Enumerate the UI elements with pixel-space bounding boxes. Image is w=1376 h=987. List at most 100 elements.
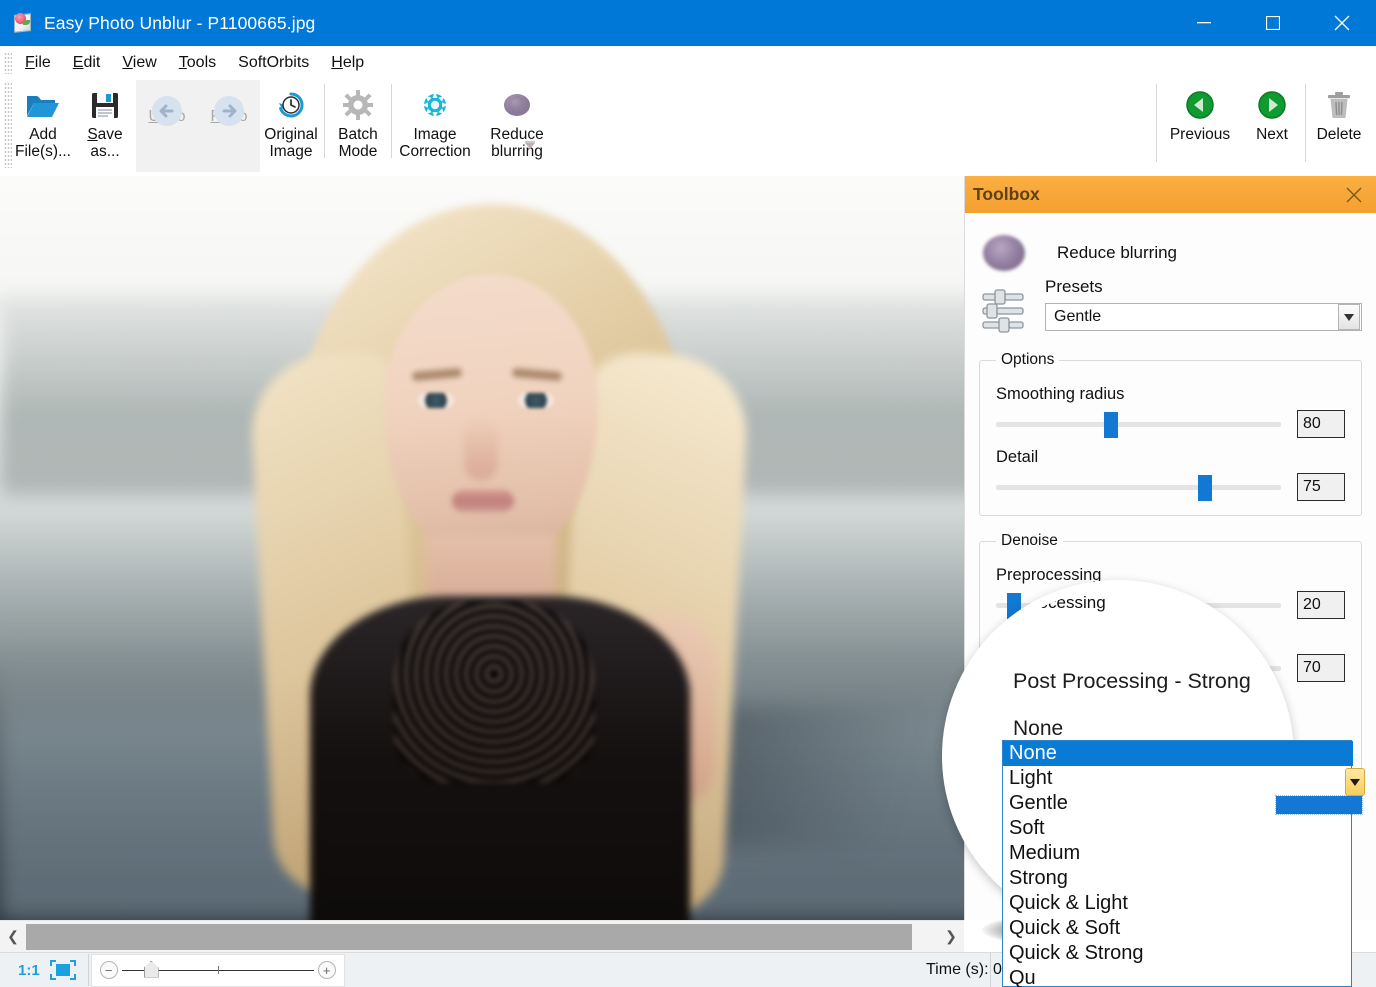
zoom-handle[interactable] [144, 961, 159, 978]
dropdown-item-none[interactable]: None [1003, 741, 1353, 766]
menu-bar: FFileile Edit View Tools SoftOrbits Help [0, 46, 1376, 80]
green-right-arrow-icon [1257, 86, 1287, 124]
close-button[interactable] [1307, 0, 1376, 46]
trash-can-icon [1325, 86, 1353, 124]
original-image-label: Original Image [264, 126, 317, 161]
presets-label: Presets [1045, 277, 1362, 297]
batch-mode-label: Batch Mode [338, 126, 378, 161]
add-files-label: Add File(s)... [15, 126, 71, 161]
plus-icon[interactable]: + [318, 961, 336, 979]
scrollbar-thumb[interactable] [26, 924, 912, 950]
presets-value: Gentle [1046, 308, 1101, 326]
toolbar-right-group: Previous Next [1154, 80, 1370, 172]
smoothing-radius-value[interactable]: 80 [1297, 410, 1345, 438]
presets-column: Presets Gentle [1045, 277, 1362, 331]
open-folder-icon [25, 86, 61, 124]
title-bar: Easy Photo Unblur - P1100665.jpg [0, 0, 1376, 46]
minus-icon[interactable]: − [100, 961, 118, 979]
status-divider [88, 954, 89, 986]
image-correction-label: Image Correction [399, 126, 471, 161]
toolbar-separator-3 [1156, 84, 1157, 162]
dropdown-item-medium[interactable]: Medium [1003, 841, 1353, 866]
maximize-button[interactable] [1238, 0, 1307, 46]
toolbox-header: Toolbox [965, 176, 1376, 213]
window-controls [1169, 0, 1376, 46]
dropdown-item-partial[interactable]: Qu [1003, 966, 1353, 987]
zoom-slider-widget[interactable]: − + [91, 954, 345, 987]
zoom-tick [218, 966, 219, 974]
add-files-button[interactable]: Add File(s)... [12, 80, 74, 170]
denoise-group-legend: Denoise [996, 532, 1063, 550]
preprocessing-value[interactable]: 20 [1297, 591, 1345, 619]
undo-button[interactable]: Undo [136, 80, 198, 170]
chevron-down-icon[interactable] [1338, 304, 1360, 330]
post-processing-dropdown[interactable]: None Light Gentle Soft Medium Strong Qui… [1002, 740, 1352, 987]
smoothing-radius-slider[interactable] [996, 410, 1281, 438]
presets-row: Presets Gentle [979, 277, 1362, 339]
active-tool-header: Reduce blurring [979, 235, 1362, 271]
dropdown-item-strong[interactable]: Strong [1003, 866, 1353, 891]
zoom-ratio-label[interactable]: 1:1 [18, 962, 40, 979]
canvas-horizontal-scrollbar[interactable]: ❮ ❯ [0, 920, 964, 952]
cyan-burst-icon [419, 86, 451, 124]
menu-item-tools[interactable]: Tools [168, 51, 227, 75]
previous-label: Previous [1170, 126, 1230, 143]
chevron-left-icon[interactable]: ❮ [0, 922, 26, 952]
next-label: Next [1256, 126, 1288, 143]
menu-item-softorbits[interactable]: SoftOrbits [227, 51, 320, 75]
scrollbar-track[interactable] [26, 923, 938, 951]
gear-icon [342, 86, 374, 124]
detail-value[interactable]: 75 [1297, 473, 1345, 501]
chevron-right-icon[interactable]: ❯ [938, 922, 964, 952]
toolbox-body: Reduce blurring [965, 213, 1376, 803]
window-title: Easy Photo Unblur - P1100665.jpg [44, 13, 315, 34]
menu-item-edit[interactable]: Edit [62, 51, 112, 75]
reduce-blurring-button[interactable]: Reduce blurring [476, 80, 558, 170]
menu-item-view[interactable]: View [111, 51, 167, 75]
selected-list-row[interactable] [1276, 796, 1362, 814]
preprocessing-slider[interactable] [996, 591, 1281, 619]
purple-blob-icon [983, 235, 1025, 271]
app-icon [12, 12, 34, 34]
toolbox-close-icon[interactable] [1342, 183, 1366, 207]
dropdown-item-light[interactable]: Light [1003, 766, 1353, 791]
green-left-arrow-icon [1185, 86, 1215, 124]
active-tool-name: Reduce blurring [1057, 243, 1177, 263]
dropdown-item-quick-light[interactable]: Quick & Light [1003, 891, 1353, 916]
menu-item-file[interactable]: FFileile [14, 51, 62, 75]
menu-item-help[interactable]: Help [320, 51, 375, 75]
postprocessing-slider[interactable] [996, 654, 1281, 682]
smoothing-radius-label: Smoothing radius [996, 385, 1345, 404]
original-image-button[interactable]: Original Image [260, 80, 322, 170]
floppy-save-icon [90, 86, 120, 124]
postprocessing-row: 70 [996, 654, 1345, 682]
postprocessing-value[interactable]: 70 [1297, 654, 1345, 682]
previous-button[interactable]: Previous [1159, 80, 1241, 170]
batch-mode-button[interactable]: Batch Mode [327, 80, 389, 170]
fit-to-window-icon[interactable] [50, 960, 76, 980]
image-correction-button[interactable]: Image Correction [394, 80, 476, 170]
ribbon-expand-icon[interactable] [522, 138, 538, 154]
toolbar-separator [324, 84, 325, 158]
clock-revert-icon [276, 86, 306, 124]
delete-button[interactable]: Delete [1308, 80, 1370, 170]
highlighted-dropdown-arrow-button[interactable] [1345, 768, 1365, 796]
dropdown-item-soft[interactable]: Soft [1003, 816, 1353, 841]
sliders-icon [981, 287, 1027, 339]
options-group-legend: Options [996, 351, 1059, 369]
options-group: Options Smoothing radius 80 Detail 75 [979, 351, 1362, 516]
redo-button[interactable]: Redo [198, 80, 260, 170]
next-button[interactable]: Next [1241, 80, 1303, 170]
zoom-track[interactable] [122, 970, 314, 971]
photo-subject [236, 204, 756, 920]
presets-combobox[interactable]: Gentle [1045, 303, 1362, 331]
minimize-button[interactable] [1169, 0, 1238, 46]
dropdown-item-quick-strong[interactable]: Quick & Strong [1003, 941, 1353, 966]
toolbar-grip-icon [4, 82, 12, 168]
toolbar-separator-2 [391, 84, 392, 158]
dropdown-item-quick-soft[interactable]: Quick & Soft [1003, 916, 1353, 941]
save-as-button[interactable]: Saveas... [74, 80, 136, 170]
detail-slider[interactable] [996, 473, 1281, 501]
menu-grip-icon [4, 52, 12, 74]
toolbox-title: Toolbox [973, 184, 1040, 205]
